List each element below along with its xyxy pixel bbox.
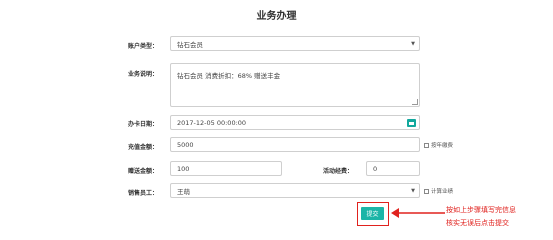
event-value: 0 bbox=[373, 164, 378, 173]
performance-label: 计算业绩 bbox=[431, 189, 454, 195]
annotation-line-1: 按如上步骤填写完信息 bbox=[446, 206, 516, 214]
account-type-select[interactable]: 钻石会员 ▼ bbox=[170, 36, 420, 51]
event-input[interactable]: 0 bbox=[366, 161, 420, 176]
performance-checkbox[interactable]: 计算业绩 bbox=[424, 187, 453, 195]
business-desc-textarea[interactable]: 钻石会员 消费折扣：68% 赠送丰金 bbox=[170, 63, 420, 107]
chevron-down-icon: ▼ bbox=[411, 40, 415, 47]
annual-fee-label: 按年缴费 bbox=[431, 143, 454, 149]
business-desc-label: 业务说明： bbox=[127, 71, 158, 78]
gift-input[interactable]: 100 bbox=[170, 161, 282, 176]
staff-select[interactable]: 王萌 ▼ bbox=[170, 183, 420, 198]
card-date-input[interactable]: 2017-12-05 00:00:00 bbox=[170, 115, 420, 130]
checkbox-icon bbox=[424, 142, 429, 148]
staff-label: 销售员工： bbox=[127, 190, 158, 197]
gift-value: 100 bbox=[177, 164, 190, 173]
card-date-label: 办卡日期： bbox=[127, 121, 158, 128]
calendar-icon[interactable] bbox=[407, 118, 416, 127]
chevron-down-icon: ▼ bbox=[411, 187, 415, 194]
recharge-label: 充值金额： bbox=[127, 144, 158, 151]
account-type-label: 账户类型： bbox=[127, 43, 158, 50]
account-type-value: 钻石会员 bbox=[177, 40, 203, 49]
page-title: 业务办理 bbox=[256, 11, 297, 22]
checkbox-icon bbox=[424, 188, 429, 194]
recharge-value: 5000 bbox=[177, 140, 194, 149]
recharge-input[interactable]: 5000 bbox=[170, 137, 420, 152]
event-label: 活动经费： bbox=[322, 168, 353, 175]
staff-value: 王萌 bbox=[177, 187, 190, 196]
submit-highlight-box: 提交 bbox=[357, 202, 389, 226]
annotation-line-2: 核实无误后点击提交 bbox=[446, 219, 509, 227]
business-desc-value: 钻石会员 消费折扣：68% 赠送丰金 bbox=[177, 72, 281, 80]
resize-handle-icon[interactable] bbox=[412, 99, 418, 105]
gift-label: 赠送金额： bbox=[127, 168, 158, 175]
arrow-icon bbox=[391, 208, 445, 218]
submit-button[interactable]: 提交 bbox=[361, 207, 384, 220]
annual-fee-checkbox[interactable]: 按年缴费 bbox=[424, 141, 453, 149]
card-date-value: 2017-12-05 00:00:00 bbox=[177, 118, 247, 127]
